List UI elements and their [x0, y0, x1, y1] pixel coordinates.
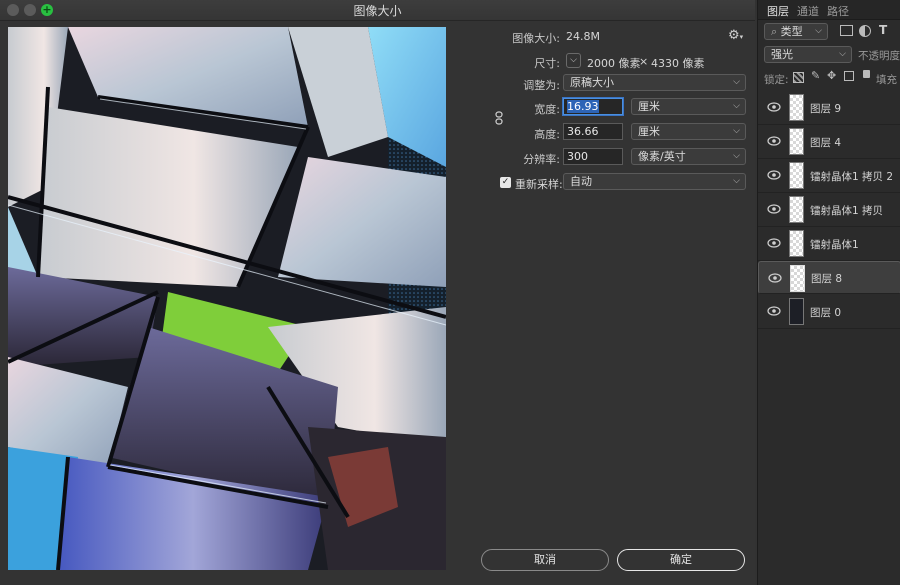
resolution-value: 300 — [567, 150, 588, 163]
dimensions-dropdown-chevron-icon[interactable]: ⌵ — [566, 53, 581, 68]
image-preview[interactable] — [8, 27, 446, 570]
blend-mode-value: 强光 — [771, 48, 793, 61]
lock-artboard-icon[interactable] — [844, 71, 854, 81]
layer-row[interactable]: 镭射晶体1 — [758, 227, 900, 261]
layer-thumbnail — [789, 196, 804, 223]
layer-thumbnail — [789, 94, 804, 121]
tab-layers[interactable]: 图层 — [767, 3, 789, 19]
resample-checkbox[interactable]: ✓ — [500, 177, 511, 188]
layer-name: 图层 0 — [810, 307, 842, 319]
width-unit-select[interactable]: 厘米 ⌵ — [631, 98, 746, 115]
resample-select[interactable]: 自动 ⌵ — [563, 173, 746, 190]
lock-label: 锁定: — [764, 74, 789, 86]
opacity-label: 不透明度 — [858, 50, 900, 62]
width-value: 16.93 — [567, 100, 599, 113]
resolution-input[interactable]: 300 — [563, 148, 623, 165]
height-unit: 厘米 — [638, 125, 660, 138]
window-title: 图像大小 — [353, 4, 402, 18]
chevron-down-icon: ⌵ — [815, 26, 822, 36]
layer-row-selected[interactable]: 图层 8 — [758, 261, 900, 294]
layer-thumbnail — [789, 298, 804, 325]
width-unit: 厘米 — [638, 100, 660, 113]
chevron-down-icon: ⌵ — [733, 77, 740, 87]
visibility-eye-icon[interactable] — [767, 102, 781, 112]
chevron-down-icon: ⌵ — [733, 126, 740, 136]
lock-position-move-icon[interactable]: ✥ — [827, 69, 836, 82]
cancel-button[interactable]: 取消 — [481, 549, 609, 571]
resample-value: 自动 — [570, 175, 592, 188]
image-size-label: 图像大小: — [512, 32, 560, 45]
preview-artwork — [8, 27, 446, 570]
layer-thumbnail — [789, 230, 804, 257]
visibility-eye-icon[interactable] — [767, 238, 781, 248]
tab-channels[interactable]: 通道 — [797, 3, 819, 19]
width-input[interactable]: 16.93 — [563, 98, 623, 115]
chevron-down-icon: ⌵ — [733, 176, 740, 186]
height-value: 36.66 — [567, 125, 599, 138]
filter-adjustment-icon[interactable] — [859, 25, 871, 37]
fit-to-label: 调整为: — [523, 79, 560, 92]
lock-transparent-icon[interactable] — [793, 72, 804, 83]
height-unit-select[interactable]: 厘米 ⌵ — [631, 123, 746, 140]
title-bar: + 图像大小 — [0, 0, 755, 21]
resolution-unit-select[interactable]: 像素/英寸 ⌵ — [631, 148, 746, 165]
fit-to-select[interactable]: 原稿大小 ⌵ — [563, 74, 746, 91]
layer-name: 图层 4 — [810, 137, 842, 149]
layer-name: 镭射晶体1 拷贝 2 — [810, 171, 894, 183]
fill-label: 填充 — [876, 74, 897, 86]
chevron-down-icon: ⌵ — [733, 101, 740, 111]
layer-thumbnail — [789, 162, 804, 189]
visibility-eye-icon[interactable] — [767, 170, 781, 180]
layer-row[interactable]: 图层 4 — [758, 125, 900, 159]
layers-panel: 图层 通道 路径 ⌕ 类型 ⌵ T 强光 ⌵ 不透明度 锁定: ✎ ✥ 填充 图… — [757, 0, 900, 585]
panel-tabs: 图层 通道 路径 — [758, 0, 900, 20]
height-label: 高度: — [534, 128, 560, 141]
lock-image-brush-icon[interactable]: ✎ — [811, 69, 820, 82]
chevron-down-icon: ⌵ — [839, 49, 846, 59]
layer-thumbnail — [789, 128, 804, 155]
layer-name: 镭射晶体1 拷贝 — [810, 205, 884, 217]
layer-name: 图层 8 — [811, 273, 843, 285]
dimensions-height: 4330 像素 — [651, 57, 705, 70]
image-size-value: 24.8M — [566, 30, 600, 43]
layer-row[interactable]: 镭射晶体1 拷贝 — [758, 193, 900, 227]
layer-filter-value: 类型 — [780, 25, 803, 38]
resolution-label: 分辨率: — [523, 153, 560, 166]
layer-name: 图层 9 — [810, 103, 842, 115]
image-size-dialog: + 图像大小 图像大小: 24.8M ⚙▾ 尺寸: ⌵ 2000 像素 × 43… — [0, 0, 755, 585]
ok-button[interactable]: 确定 — [617, 549, 745, 571]
dimensions-label: 尺寸: — [534, 57, 560, 70]
resolution-unit: 像素/英寸 — [638, 150, 686, 163]
layer-row[interactable]: 图层 0 — [758, 295, 900, 329]
settings-gear-icon[interactable]: ⚙▾ — [728, 28, 743, 43]
height-input[interactable]: 36.66 — [563, 123, 623, 140]
filter-pixel-icon[interactable] — [840, 25, 853, 36]
layer-thumbnail — [790, 265, 805, 292]
layer-filter-select[interactable]: ⌕ 类型 ⌵ — [764, 23, 828, 40]
blend-mode-select[interactable]: 强光 ⌵ — [764, 46, 852, 63]
resample-label: 重新采样: — [515, 178, 563, 191]
chevron-down-icon: ⌵ — [733, 151, 740, 161]
lock-all-icon[interactable] — [863, 70, 870, 78]
dimensions-separator: × — [639, 55, 649, 68]
visibility-eye-icon[interactable] — [767, 306, 781, 316]
tab-paths[interactable]: 路径 — [827, 3, 849, 19]
filter-type-icon[interactable]: T — [879, 23, 887, 37]
layer-name: 镭射晶体1 — [810, 239, 859, 251]
search-icon: ⌕ — [771, 25, 778, 38]
dimensions-width: 2000 像素 — [587, 57, 641, 70]
visibility-eye-icon[interactable] — [767, 136, 781, 146]
fit-to-value: 原稿大小 — [570, 76, 614, 89]
layer-row[interactable]: 图层 9 — [758, 91, 900, 125]
width-label: 宽度: — [534, 103, 560, 116]
layer-row[interactable]: 镭射晶体1 拷贝 2 — [758, 159, 900, 193]
visibility-eye-icon[interactable] — [768, 273, 782, 283]
visibility-eye-icon[interactable] — [767, 204, 781, 214]
